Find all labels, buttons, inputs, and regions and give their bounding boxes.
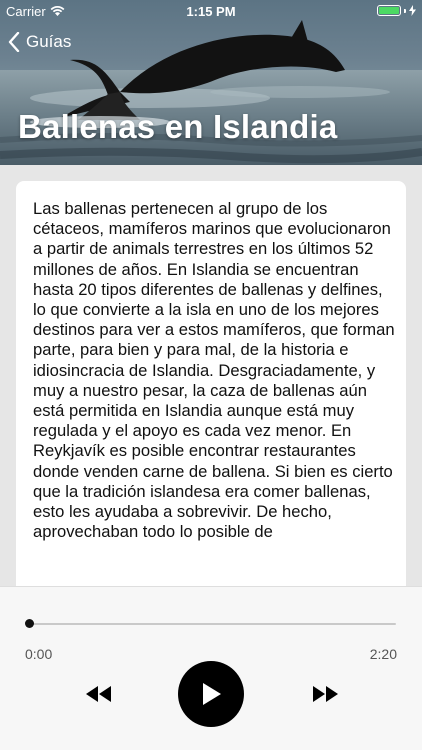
article-card[interactable]: Las ballenas pertenecen al grupo de los … — [16, 181, 406, 601]
rewind-button[interactable] — [84, 683, 114, 705]
article-body: Las ballenas pertenecen al grupo de los … — [33, 199, 395, 542]
audio-player: 0:00 2:20 — [0, 586, 422, 750]
battery-icon — [377, 5, 401, 16]
back-label: Guías — [26, 32, 72, 51]
current-time: 0:00 — [25, 646, 53, 662]
status-bar: Carrier 1:15 PM — [0, 0, 422, 22]
hero-banner: Carrier 1:15 PM Guías Ballenas en Island… — [0, 0, 422, 165]
fast-forward-button[interactable] — [310, 683, 340, 705]
progress-knob[interactable] — [24, 619, 34, 628]
fast-forward-icon — [313, 686, 338, 702]
charging-bolt-icon — [409, 5, 416, 16]
page-title: Ballenas en Islandia — [18, 108, 338, 145]
back-button[interactable]: Guías — [8, 32, 71, 52]
duration: 2:20 — [369, 646, 397, 662]
rewind-icon — [86, 686, 111, 702]
play-button[interactable] — [178, 661, 244, 727]
play-icon — [203, 683, 221, 705]
chevron-left-icon — [8, 32, 20, 52]
clock: 1:15 PM — [186, 4, 236, 19]
progress-track[interactable] — [29, 623, 396, 625]
